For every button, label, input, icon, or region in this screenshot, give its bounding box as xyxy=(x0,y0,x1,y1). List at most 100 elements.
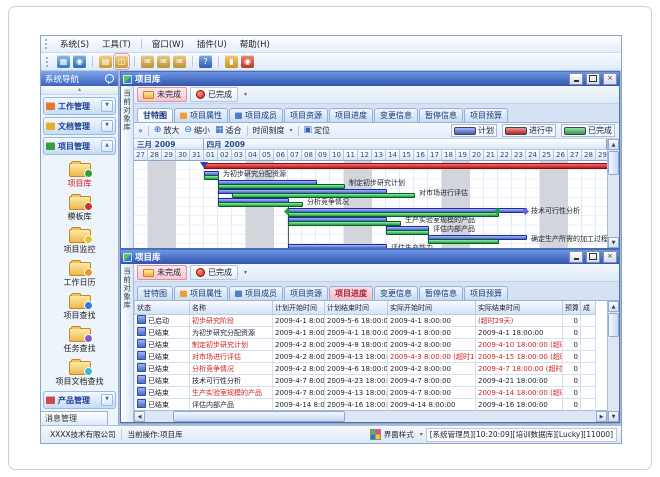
tab-1[interactable]: 项目属性 xyxy=(174,108,228,122)
gantt-bar-done[interactable] xyxy=(428,239,499,244)
tab-2[interactable]: 项目成员 xyxy=(229,108,283,122)
table-row[interactable]: 已结束制定初步研究计划2009-4-2 8:00:002009-4-8 18:0… xyxy=(135,339,596,351)
maximize-button[interactable] xyxy=(586,251,600,263)
column-header-6[interactable]: 预算 xyxy=(563,301,581,315)
tab-7[interactable]: 项目预算 xyxy=(464,108,508,122)
menu-item-0[interactable]: 系统(S) xyxy=(54,37,95,51)
scroll-up-button[interactable]: ▲ xyxy=(608,139,619,150)
exit-icon[interactable]: ◉ xyxy=(241,55,254,68)
interface-style-button[interactable]: 界面样式 xyxy=(384,429,414,440)
minimize-button[interactable] xyxy=(569,251,583,263)
tab-message-management[interactable]: 消息管理 xyxy=(41,411,108,425)
current-object-vertical-tab[interactable]: 当前对象库 xyxy=(121,264,134,422)
sidebar-item-2-3[interactable]: 工作日历 xyxy=(43,257,116,289)
globe-icon[interactable]: ◉ xyxy=(73,55,86,68)
gantt-bar-done[interactable] xyxy=(218,202,303,207)
zoom-in-button[interactable]: ⊕放大 xyxy=(154,125,180,136)
column-header-3[interactable]: 计划结束时间 xyxy=(325,301,388,315)
zoom-out-button[interactable]: ⊖缩小 xyxy=(184,125,210,136)
scroll-thumb[interactable] xyxy=(173,411,345,422)
menu-item-3[interactable]: 窗口(W) xyxy=(146,37,190,51)
filter-incomplete-button[interactable]: 未完成 xyxy=(137,265,187,280)
table-row[interactable]: 已结束为初步研究分配资源2009-4-1 8:00:002009-4-1 18:… xyxy=(135,327,596,339)
gantt-window-titlebar[interactable]: 项目库 × xyxy=(121,72,619,86)
tab-4[interactable]: 项目进度 xyxy=(329,286,373,300)
tab-5[interactable]: 变更信息 xyxy=(374,108,418,122)
sidebar-section-2[interactable]: 项目管理▲ xyxy=(43,137,116,155)
filter-complete-button[interactable]: 已完成 xyxy=(190,265,238,280)
gantt-bar-summary[interactable] xyxy=(204,163,607,169)
minimize-button[interactable] xyxy=(569,73,583,85)
mail-new-icon[interactable]: ✉ xyxy=(141,55,154,68)
locate-button[interactable]: ▣定位 xyxy=(304,125,331,136)
tab-5[interactable]: 变更信息 xyxy=(374,286,418,300)
menu-item-4[interactable]: 插件(U) xyxy=(191,37,233,51)
sidebar-item-2-0[interactable]: 项目库 xyxy=(43,158,116,190)
table-row[interactable]: 已启动初步研究阶段2009-4-1 8:00:002009-5-6 18:00:… xyxy=(135,315,596,327)
maximize-button[interactable] xyxy=(586,73,600,85)
menu-item-5[interactable]: 帮助(H) xyxy=(234,37,276,51)
sidebar-section-3[interactable]: 产品管理▼ xyxy=(43,391,116,409)
timescale-button[interactable]: 时间刻度▾ xyxy=(253,125,293,136)
table-row[interactable]: 已结束分析竞争情况2009-4-2 8:00:002009-4-6 18:00:… xyxy=(135,363,596,375)
table-window-titlebar[interactable]: 项目库 × xyxy=(121,250,619,264)
mail-receive-icon[interactable]: ✉ xyxy=(157,55,170,68)
gantt-bar-done[interactable] xyxy=(386,230,429,235)
scroll-down-button[interactable]: ▼ xyxy=(608,237,619,248)
help-icon[interactable]: ? xyxy=(199,55,212,68)
sidebar-section-0[interactable]: 工作管理▼ xyxy=(43,97,116,115)
column-header-1[interactable]: 名称 xyxy=(190,301,273,315)
tab-0[interactable]: 甘特图 xyxy=(137,108,173,122)
tab-4[interactable]: 项目进度 xyxy=(329,108,373,122)
chevron-down-icon[interactable]: ▾ xyxy=(420,431,423,438)
scroll-left-button[interactable]: ◀ xyxy=(134,411,145,422)
section-toggle-button[interactable]: ▼ xyxy=(101,100,113,112)
gantt-bar-done[interactable] xyxy=(204,175,219,180)
table-row[interactable]: 已结束生产实验室规模的产品2009-4-7 8:00:002009-4-13 1… xyxy=(135,387,596,399)
table-row[interactable]: 已结束技术可行性分析2009-4-7 8:00:002009-4-23 18:0… xyxy=(135,375,596,387)
close-button[interactable]: × xyxy=(603,251,617,263)
tab-7[interactable]: 项目预算 xyxy=(464,286,508,300)
scroll-thumb[interactable] xyxy=(608,151,619,175)
column-header-7[interactable]: 成 xyxy=(581,301,596,315)
column-header-4[interactable]: 实际开始时间 xyxy=(388,301,476,315)
section-toggle-button[interactable]: ▲ xyxy=(101,140,113,152)
lock-icon[interactable]: ▮ xyxy=(225,55,238,68)
workspace-icon[interactable]: ▦ xyxy=(57,55,70,68)
column-header-0[interactable]: 状态 xyxy=(135,301,190,315)
scroll-thumb[interactable] xyxy=(608,313,619,337)
tab-6[interactable]: 暂停信息 xyxy=(419,108,463,122)
tab-1[interactable]: 项目属性 xyxy=(174,286,228,300)
fit-button[interactable]: ▦适合 xyxy=(215,125,242,136)
sidebar-section-1[interactable]: 文档管理▼ xyxy=(43,117,116,135)
table-vertical-scrollbar[interactable]: ▲ ▼ xyxy=(607,301,619,422)
table-row[interactable]: 已结束评估内部产品2009-4-14 8:00:002009-4-16 18:0… xyxy=(135,399,596,411)
scroll-down-button[interactable]: ▼ xyxy=(608,411,619,422)
sidebar-item-2-6[interactable]: 项目文档查找 xyxy=(43,356,116,388)
open-folder-icon[interactable]: ▤ xyxy=(99,55,112,68)
scroll-right-button[interactable]: ▶ xyxy=(596,411,607,422)
filter-incomplete-button[interactable]: 未完成 xyxy=(137,87,187,102)
section-toggle-button[interactable]: ▼ xyxy=(101,120,113,132)
sidebar-item-2-4[interactable]: 项目查找 xyxy=(43,290,116,322)
chevron-down-icon[interactable]: ▾ xyxy=(244,269,247,276)
menu-item-1[interactable]: 工具(T) xyxy=(96,37,137,51)
chevron-down-icon[interactable]: ▾ xyxy=(244,91,247,98)
close-button[interactable]: × xyxy=(603,73,617,85)
pin-icon[interactable] xyxy=(105,74,114,83)
section-toggle-button[interactable]: ▼ xyxy=(101,394,113,406)
filter-complete-button[interactable]: 已完成 xyxy=(190,87,238,102)
column-header-2[interactable]: 计划开始时间 xyxy=(273,301,325,315)
tab-3[interactable]: 项目资源 xyxy=(284,108,328,122)
save-folder-icon[interactable]: ◫ xyxy=(115,55,128,68)
sidebar-item-2-1[interactable]: 模板库 xyxy=(43,191,116,223)
tab-3[interactable]: 项目资源 xyxy=(284,286,328,300)
column-header-5[interactable]: 实际结束时间 xyxy=(476,301,563,315)
current-object-vertical-tab[interactable]: 当前对象库 xyxy=(121,86,134,248)
tab-2[interactable]: 项目成员 xyxy=(229,286,283,300)
mail-manage-icon[interactable]: ✉ xyxy=(173,55,186,68)
sidebar-item-2-2[interactable]: 项目监控 xyxy=(43,224,116,256)
tab-0[interactable]: 甘特图 xyxy=(137,286,173,300)
sidebar-collapse-strip[interactable]: ▴ xyxy=(41,86,118,95)
scroll-up-button[interactable]: ▲ xyxy=(608,301,619,312)
